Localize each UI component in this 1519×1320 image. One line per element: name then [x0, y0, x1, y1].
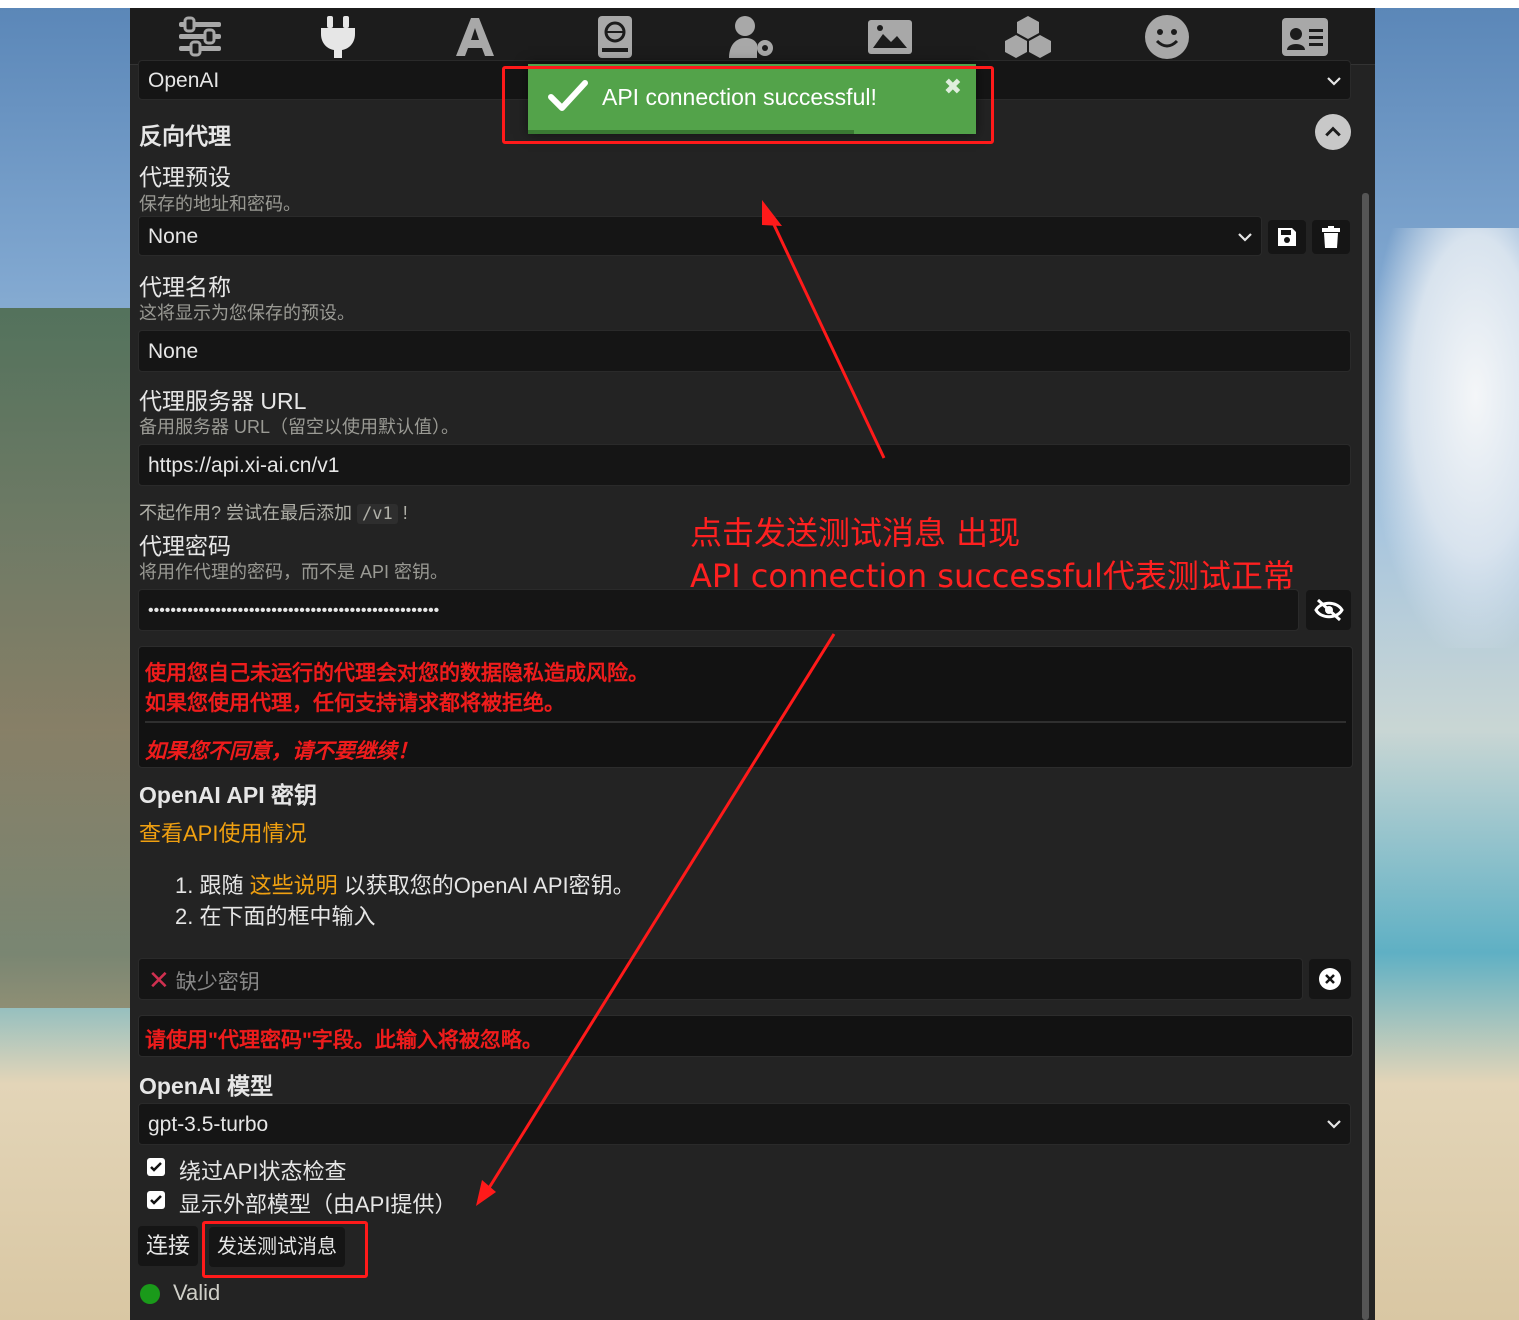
annotation-text: 点击发送测试消息 出现 API connection successful代表测…	[690, 512, 1295, 598]
annotation-line-2: API connection successful代表测试正常	[690, 557, 1295, 595]
arrow-head-toast	[762, 200, 782, 226]
annotation-line-1: 点击发送测试消息 出现	[690, 514, 1021, 552]
arrow-to-toast	[766, 211, 886, 459]
annotation-arrows	[476, 200, 886, 1206]
arrow-to-button	[482, 633, 836, 1197]
